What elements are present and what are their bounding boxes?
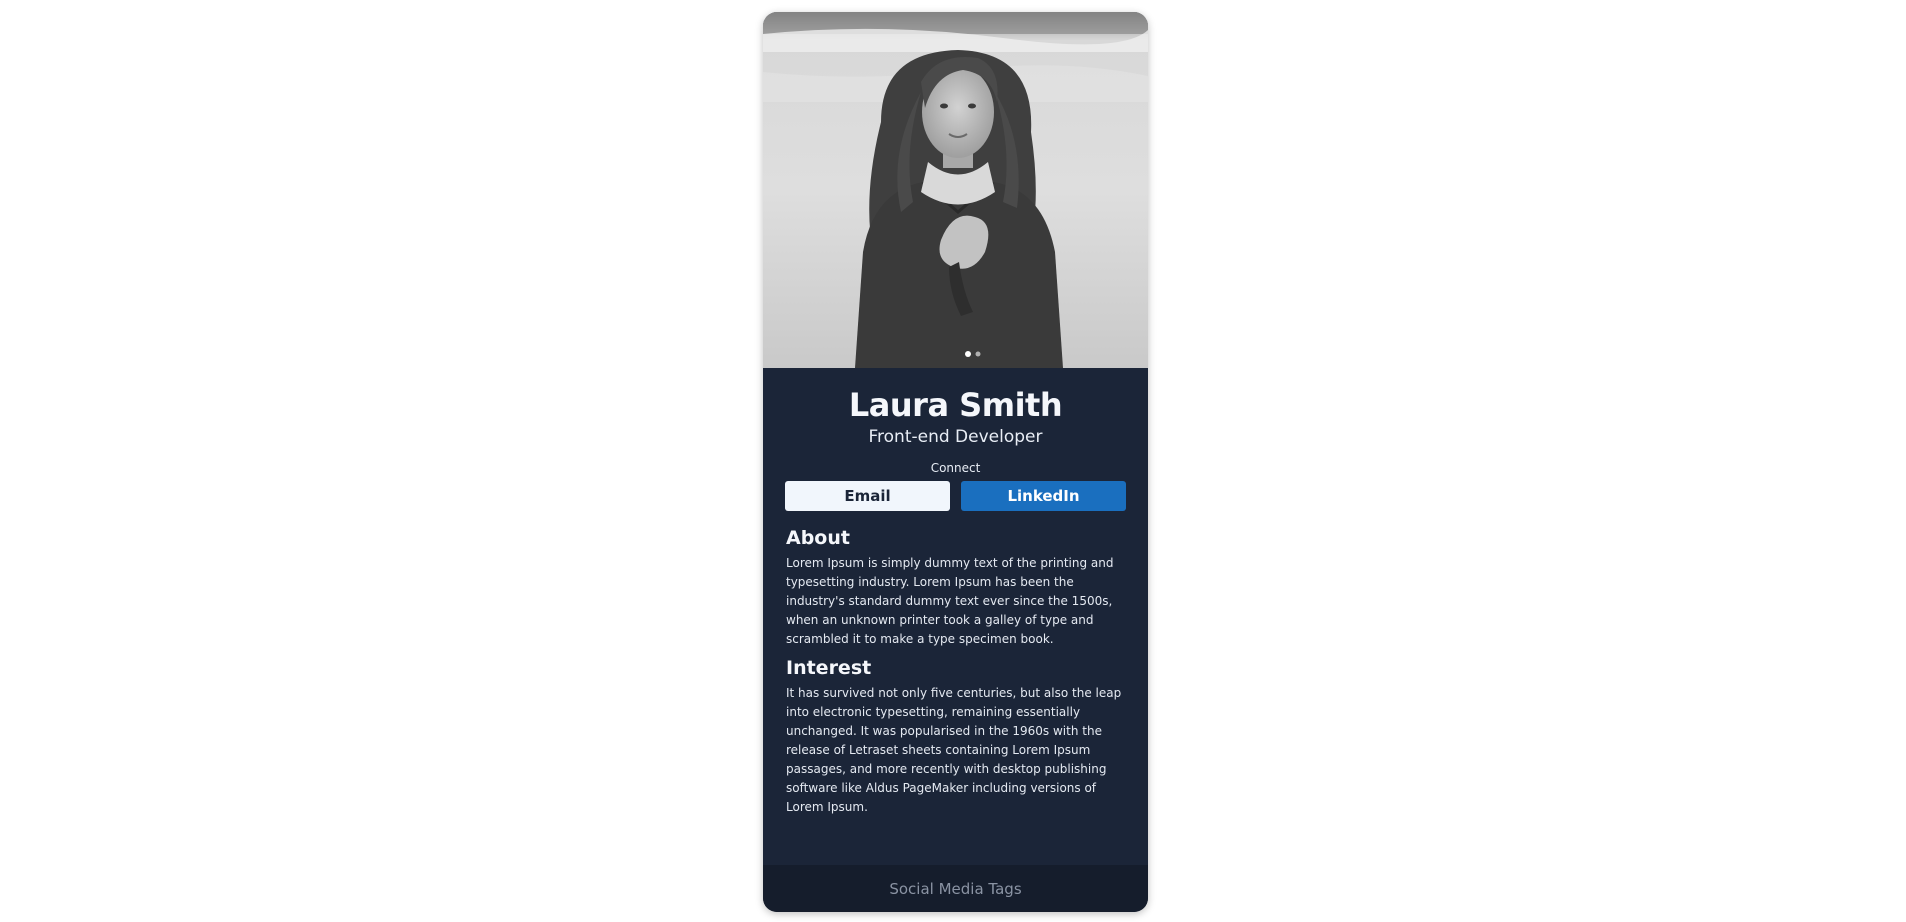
- interest-heading: Interest: [786, 657, 872, 679]
- email-button[interactable]: Email: [785, 481, 950, 511]
- about-text: Lorem Ipsum is simply dummy text of the …: [786, 556, 1114, 646]
- profile-photo-illustration: [763, 12, 1148, 368]
- profile-content: Laura Smith Front-end Developer Connect …: [763, 368, 1148, 912]
- carousel-dot: [975, 351, 981, 357]
- profile-photo: [763, 12, 1148, 368]
- social-media-footer: Social Media Tags: [763, 865, 1148, 912]
- profile-name: Laura Smith: [848, 386, 1063, 424]
- linkedin-button[interactable]: LinkedIn: [961, 481, 1126, 511]
- profile-card: Laura Smith Front-end Developer Connect …: [763, 12, 1148, 912]
- carousel-dot-active: [965, 351, 971, 357]
- about-heading: About: [786, 527, 850, 549]
- connect-label: Connect: [930, 461, 981, 475]
- interest-text: It has survived not only five centuries,…: [786, 686, 1122, 814]
- profile-role: Front-end Developer: [868, 427, 1043, 447]
